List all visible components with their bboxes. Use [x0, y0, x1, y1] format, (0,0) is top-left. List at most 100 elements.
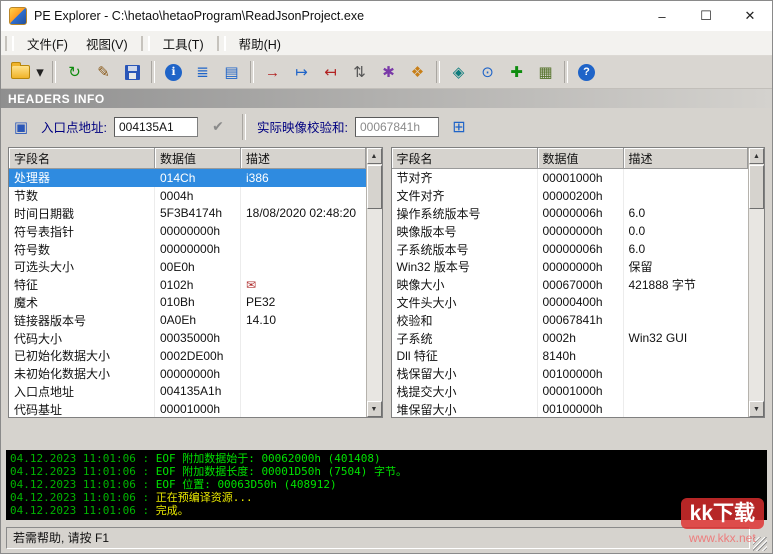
table-row[interactable]: 时间日期戳5F3B4174h18/08/2020 02:48:20 — [9, 205, 366, 223]
data-value-cell: 00000400h — [538, 294, 624, 312]
table-row[interactable]: 栈提交大小00001000h — [392, 383, 749, 401]
data-value-cell: 0102h — [155, 276, 241, 294]
column-header[interactable]: 数据值 — [538, 148, 624, 169]
table-row[interactable]: Win32 版本号00000000h保留 — [392, 258, 749, 276]
field-name-cell: 操作系统版本号 — [392, 205, 538, 223]
menubar-grip[interactable] — [141, 36, 150, 51]
description-cell: PE32 — [241, 294, 366, 312]
menu-help[interactable]: 帮助(H) — [230, 32, 290, 55]
scrollbar[interactable]: ▲ ▼ — [366, 148, 382, 417]
delay-import-button[interactable]: ↤ — [317, 59, 344, 86]
edit-button[interactable]: ✎ — [90, 59, 117, 86]
column-header[interactable]: 数据值 — [155, 148, 241, 169]
relocations-icon: ⇅ — [353, 65, 366, 80]
scroll-thumb[interactable] — [749, 165, 764, 209]
menu-file[interactable]: 文件(F) — [18, 32, 77, 55]
help-button[interactable]: ? — [573, 59, 600, 86]
table-row[interactable]: 处理器014Chi386 — [9, 169, 366, 187]
table-row[interactable]: 文件对齐00000200h — [392, 187, 749, 205]
reload-button[interactable]: ↻ — [61, 59, 88, 86]
column-header[interactable]: 描述 — [624, 148, 749, 169]
data-directories-button[interactable]: ≣ — [189, 59, 216, 86]
minimize-button[interactable]: – — [640, 1, 684, 31]
menubar-grip[interactable] — [217, 36, 226, 51]
column-header[interactable]: 字段名 — [392, 148, 538, 169]
table-row[interactable]: 映像版本号00000000h0.0 — [392, 222, 749, 240]
calculate-checksum-button[interactable]: ⊞ — [446, 114, 472, 140]
console-line: 04.12.2023 11:01:06 : 正在预编译资源... — [10, 491, 763, 504]
table-row[interactable]: 魔术010BhPE32 — [9, 294, 366, 312]
scroll-up-button[interactable]: ▲ — [749, 148, 764, 164]
table-row[interactable]: 未初始化数据大小00000000h — [9, 365, 366, 383]
table-row[interactable]: 栈保留大小00100000h — [392, 365, 749, 383]
save-button[interactable] — [119, 59, 146, 86]
table-row[interactable]: 特征0102h✉ — [9, 276, 366, 294]
table-row[interactable]: 入口点地址004135A1h — [9, 383, 366, 401]
open-dropdown-button[interactable]: ▾ — [33, 59, 47, 86]
menubar-grip[interactable] — [5, 36, 14, 51]
table-row[interactable]: 文件头大小00000400h — [392, 294, 749, 312]
section-headers-button[interactable]: ▤ — [218, 59, 245, 86]
scroll-down-button[interactable]: ▼ — [367, 401, 382, 417]
open-file-button[interactable] — [7, 59, 34, 86]
menu-tools[interactable]: 工具(T) — [154, 32, 213, 55]
unpacker-button[interactable]: ✚ — [503, 59, 530, 86]
table-row[interactable]: 节数0004h — [9, 187, 366, 205]
resize-grip[interactable] — [753, 537, 767, 551]
description-cell — [241, 383, 366, 401]
description-cell — [624, 187, 749, 205]
export-view-button[interactable]: → — [259, 59, 286, 86]
maximize-button[interactable]: ☐ — [684, 1, 728, 31]
scroll-down-button[interactable]: ▼ — [749, 401, 764, 417]
column-header[interactable]: 描述 — [241, 148, 366, 169]
table-row[interactable]: 子系统版本号00000006h6.0 — [392, 240, 749, 258]
pe-explorer-window: PE Explorer - C:\hetao\hetaoProgram\Read… — [0, 0, 773, 554]
status-message: 若需帮助, 请按 F1 — [6, 527, 750, 549]
table-row[interactable]: 校验和00067841h — [392, 311, 749, 329]
table-row[interactable]: 映像大小00067000h421888 字节 — [392, 276, 749, 294]
apply-entrypoint-button[interactable]: ✔ — [205, 114, 231, 140]
data-value-cell: 00100000h — [538, 400, 624, 417]
entrypoint-input[interactable] — [114, 117, 198, 137]
table-row[interactable]: Dll 特征8140h — [392, 347, 749, 365]
table-row[interactable]: 节对齐00001000h — [392, 169, 749, 187]
data-value-cell: 00001000h — [538, 169, 624, 187]
headers-info-button[interactable]: ℹ — [160, 59, 187, 86]
field-name-cell: 魔术 — [9, 294, 155, 312]
field-name-cell: 栈提交大小 — [392, 383, 538, 401]
table-row[interactable]: 符号表指针00000000h — [9, 222, 366, 240]
import-view-button[interactable]: ↦ — [288, 59, 315, 86]
data-value-cell: 0002DE00h — [155, 347, 241, 365]
save-icon — [125, 65, 140, 80]
table-row[interactable]: 已初始化数据大小0002DE00h — [9, 347, 366, 365]
column-header[interactable]: 字段名 — [9, 148, 155, 169]
table-row[interactable]: 链接器版本号0A0Eh14.10 — [9, 311, 366, 329]
table-row[interactable]: 子系统0002hWin32 GUI — [392, 329, 749, 347]
table-row[interactable]: 可选头大小00E0h — [9, 258, 366, 276]
field-name-cell: 文件头大小 — [392, 294, 538, 312]
table-row[interactable]: 操作系统版本号00000006h6.0 — [392, 205, 749, 223]
close-button[interactable]: ✕ — [728, 1, 772, 31]
scrollbar[interactable]: ▲ ▼ — [748, 148, 764, 417]
disassembler-button[interactable]: ◈ — [445, 59, 472, 86]
relocations-button[interactable]: ⇅ — [346, 59, 373, 86]
debug-info-button[interactable]: ✱ — [375, 59, 402, 86]
menu-view[interactable]: 视图(V) — [77, 32, 137, 55]
table-row[interactable]: 符号数00000000h — [9, 240, 366, 258]
copy-headers-button[interactable]: ▣ — [8, 114, 34, 140]
field-name-cell: 映像版本号 — [392, 222, 538, 240]
dependency-scanner-button[interactable]: ⊙ — [474, 59, 501, 86]
scroll-up-button[interactable]: ▲ — [367, 148, 382, 164]
resources-button[interactable]: ❖ — [404, 59, 431, 86]
table-row[interactable]: 代码大小00035000h — [9, 329, 366, 347]
optional-header-table: 字段名数据值描述 节对齐00001000h文件对齐00000200h操作系统版本… — [391, 147, 766, 418]
scroll-thumb[interactable] — [367, 165, 382, 209]
field-name-cell: 已初始化数据大小 — [9, 347, 155, 365]
table-row[interactable]: 代码基址00001000h — [9, 400, 366, 417]
plugins-button[interactable]: ▦ — [532, 59, 559, 86]
table-row[interactable]: 堆保留大小00100000h — [392, 400, 749, 417]
data-value-cell: 00000000h — [538, 258, 624, 276]
console-log[interactable]: 04.12.2023 11:01:06 : EOF 附加数据始于: 000620… — [6, 450, 767, 520]
description-cell — [241, 347, 366, 365]
checksum-input[interactable] — [355, 117, 439, 137]
